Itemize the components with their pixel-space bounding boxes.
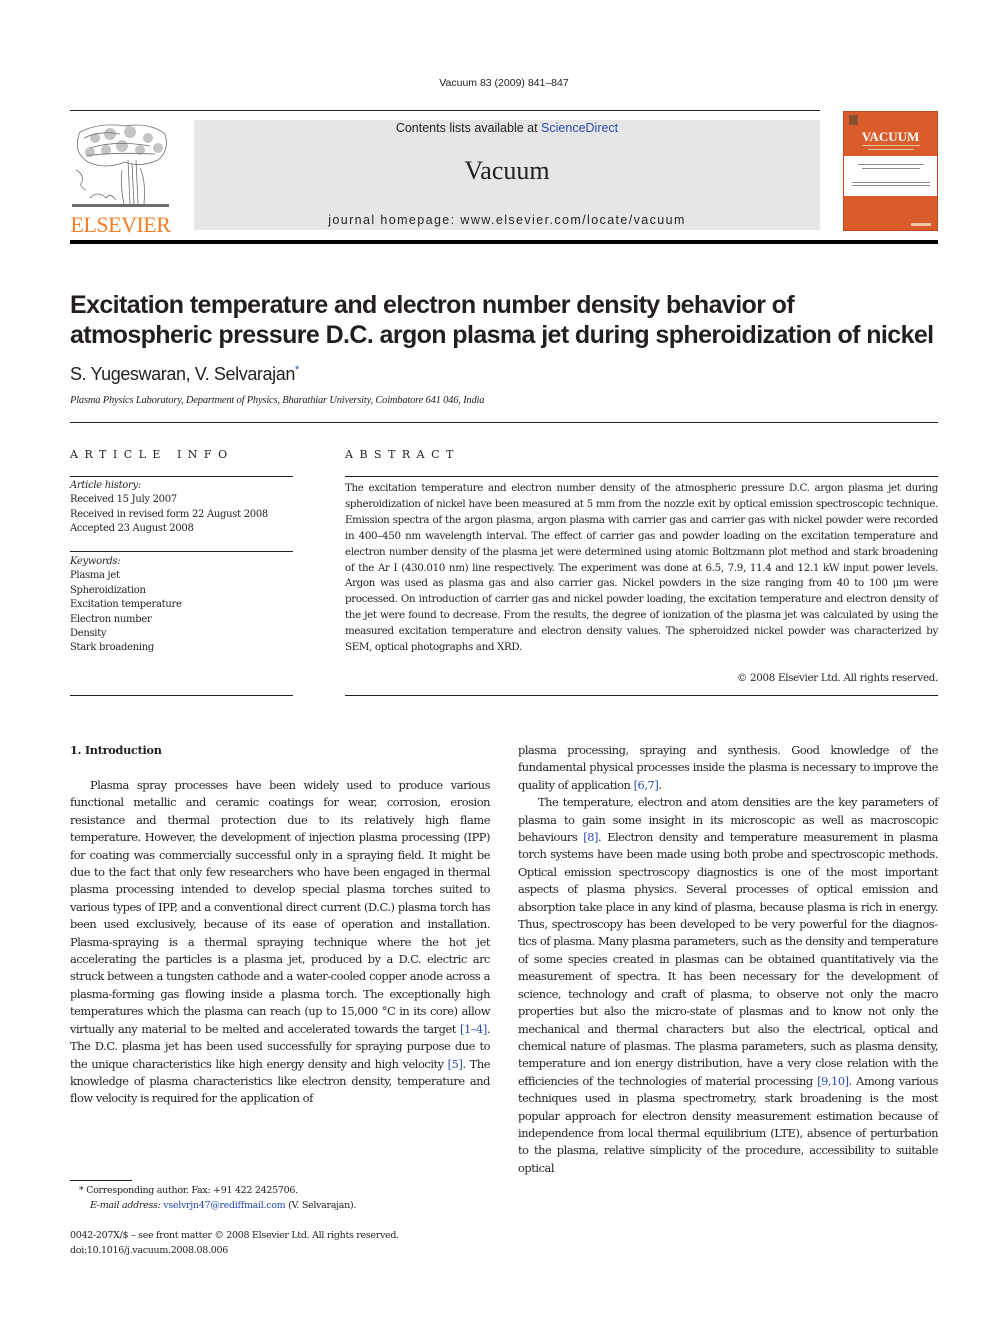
article-info-rule-3 <box>70 695 293 696</box>
abstract-heading: ABSTRACT <box>345 448 460 461</box>
journal-citation: Vacuum 83 (2009) 841–847 <box>439 77 569 89</box>
text-run: . Electron density and temperature measu… <box>518 830 938 1088</box>
citation-link-5[interactable]: [5] <box>448 1057 463 1071</box>
journal-name: Vacuum <box>464 156 550 185</box>
sciencedirect-link[interactable]: ScienceDirect <box>541 121 618 135</box>
authors: S. Yugeswaran, V. Selvarajan* <box>70 364 299 385</box>
corresponding-author-footnote: * Corresponding author. Fax: +91 422 242… <box>79 1184 356 1213</box>
corresponding-author-marker[interactable]: * <box>295 364 299 376</box>
keyword: Stark broadening <box>70 642 155 654</box>
keyword: Electron number <box>70 613 152 625</box>
article-info-rule-2 <box>70 551 293 552</box>
article-info-rule-1 <box>70 476 293 477</box>
header-rule-top <box>70 110 820 111</box>
paragraph: Plasma spray processes have been widely … <box>70 777 490 1108</box>
journal-homepage-link[interactable]: journal homepage: www.elsevier.com/locat… <box>194 213 820 227</box>
keyword: Excitation temperature <box>70 599 182 611</box>
contents-line: Contents lists available at ScienceDirec… <box>194 121 820 135</box>
cover-title: VACUUM <box>861 129 920 144</box>
citation-link-6-7[interactable]: [6,7] <box>634 778 659 792</box>
title-divider <box>70 422 938 423</box>
text-run: . <box>658 777 662 792</box>
article-history: Article history: Received 15 July 2007 R… <box>70 479 268 537</box>
paragraph: The temperature, electron and atom densi… <box>518 794 938 1177</box>
email-label: E-mail address: <box>90 1199 161 1211</box>
email-link[interactable]: vselvrjn47@rediffmail.com <box>163 1200 285 1211</box>
doi[interactable]: doi:10.1016/j.vacuum.2008.08.006 <box>70 1244 399 1259</box>
email-line: E-mail address: vselvrjn47@rediffmail.co… <box>79 1199 356 1214</box>
elsevier-logo[interactable]: ELSEVIER <box>70 120 171 237</box>
cover-white-panel <box>844 156 937 196</box>
affiliation: Plasma Physics Laboratory, Department of… <box>70 395 485 406</box>
cover-elsevier-icon <box>849 115 858 125</box>
footnote-rule <box>70 1180 132 1181</box>
keyword: Spheroidization <box>70 584 146 596</box>
abstract-copyright: © 2008 Elsevier Ltd. All rights reserved… <box>737 672 938 684</box>
paragraph: plasma processing, spraying and synthesi… <box>518 742 938 794</box>
email-owner: (V. Selvarajan). <box>285 1199 357 1211</box>
header-rule-bottom <box>70 240 938 244</box>
keyword: Density <box>70 628 107 640</box>
article-title: Excitation temperature and electron numb… <box>70 291 934 349</box>
author-names: S. Yugeswaran, V. Selvarajan <box>70 364 295 384</box>
keywords-label: Keywords: <box>70 556 121 567</box>
section-heading-introduction: 1. Introduction <box>70 743 162 757</box>
keyword: Plasma jet <box>70 570 120 582</box>
keywords: Keywords: Plasma jet Spheroidization Exc… <box>70 555 182 656</box>
corresponding-author-fax: * Corresponding author. Fax: +91 422 242… <box>79 1185 298 1196</box>
citation-link-9-10[interactable]: [9,10] <box>817 1074 849 1088</box>
journal-masthead: Contents lists available at ScienceDirec… <box>194 120 820 230</box>
body-column-left: Plasma spray processes have been widely … <box>70 777 490 1108</box>
elsevier-tree-icon <box>72 124 169 207</box>
front-matter: 0042-207X/$ – see front matter © 2008 El… <box>70 1229 399 1258</box>
abstract-text: The excitation temperature and electron … <box>345 482 938 654</box>
history-received: Received 15 July 2007 <box>70 494 177 506</box>
cover-sciencedirect-icon <box>911 223 931 226</box>
text-run: . Among various techniques used in plasm… <box>518 1073 938 1175</box>
citation-link-1-4[interactable]: [1–4] <box>460 1022 487 1036</box>
citation-link-8[interactable]: [8] <box>583 830 598 844</box>
text-run: Plasma spray processes have been widely … <box>70 778 490 1036</box>
journal-cover-thumbnail[interactable]: VACUUM <box>843 111 938 231</box>
text-run: plasma processing, spraying and synthesi… <box>518 743 938 792</box>
article-info-heading: ARTICLE INFO <box>70 448 234 461</box>
article-history-label: Article history: <box>70 480 141 491</box>
history-accepted: Accepted 23 August 2008 <box>70 523 194 535</box>
abstract-rule-top <box>345 476 938 477</box>
contents-prefix: Contents lists available at <box>395 121 542 135</box>
abstract-rule-bottom <box>345 695 938 696</box>
body-column-right: plasma processing, spraying and synthesi… <box>518 742 938 1177</box>
history-revised: Received in revised form 22 August 2008 <box>70 508 268 520</box>
issn-copyright: 0042-207X/$ – see front matter © 2008 El… <box>70 1230 399 1241</box>
elsevier-wordmark: ELSEVIER <box>70 212 171 237</box>
